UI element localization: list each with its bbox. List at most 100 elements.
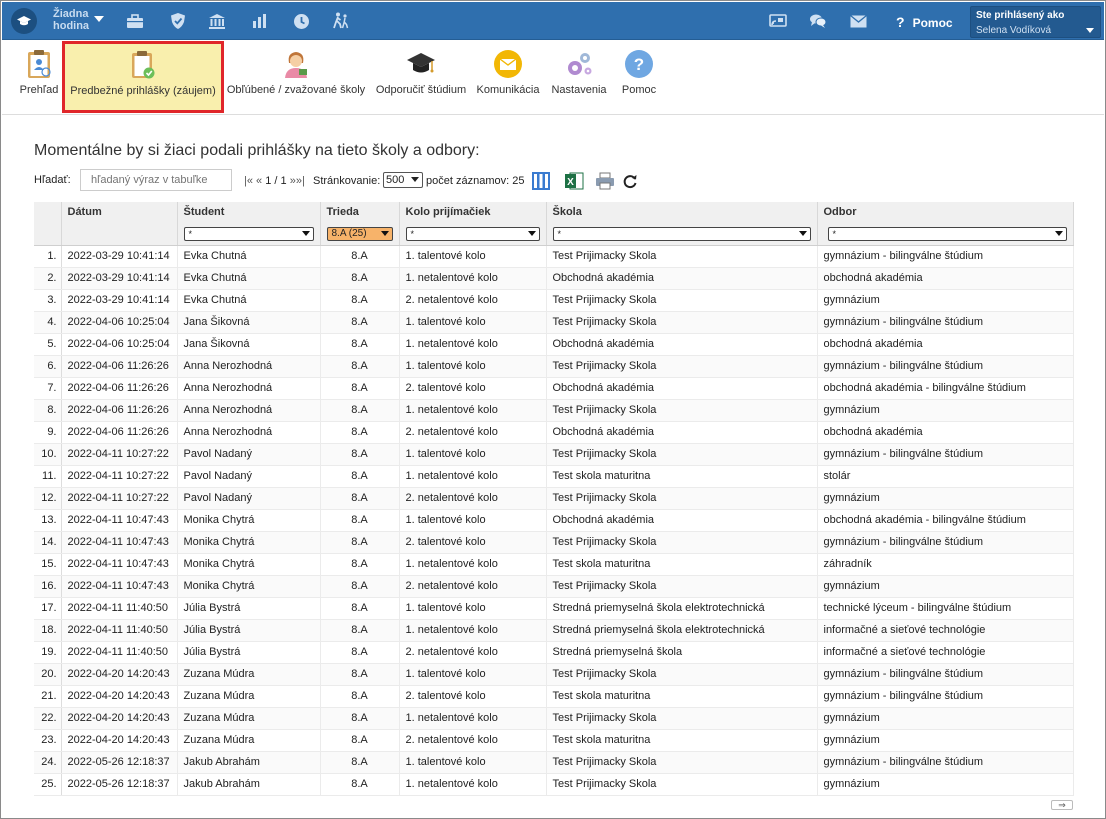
chevron-down-icon[interactable] [94,16,104,22]
col-odbor[interactable]: Odbor [817,202,1074,224]
cell-trieda: 8.A [320,663,400,686]
table-row[interactable]: 23. 2022-04-20 14:20:43 Zuzana Múdra 8.A 2. … [34,729,1074,752]
toolbar-oblubene-skoly[interactable]: Obľúbené / zvažované školy [227,47,365,109]
walking-people-icon[interactable] [332,12,350,30]
lesson-selector[interactable]: Žiadna hodina [53,8,95,32]
table-body: 1. 2022-03-29 10:41:14 Evka Chutná 8.A 1. ta… [34,245,1074,796]
cell-datum: 2022-04-11 11:40:50 [61,619,178,642]
filter-trieda-select[interactable]: 8.A (25) [326,227,393,242]
table-row[interactable]: 3. 2022-03-29 10:41:14 Evka Chutná 8.A 2. ne… [34,289,1074,312]
pager-prev[interactable]: « [256,175,262,187]
filter-kolo-select[interactable]: * [405,227,540,242]
columns-icon[interactable] [531,171,551,191]
table-row[interactable]: 6. 2022-04-06 11:26:26 Anna Nerozhodná 8.A 1… [34,355,1074,378]
table-row[interactable]: 5. 2022-04-06 10:25:04 Jana Šikovná 8.A 1. n… [34,333,1074,356]
table-row[interactable]: 22. 2022-04-20 14:20:43 Zuzana Múdra 8.A 1. … [34,707,1074,730]
table-row[interactable]: 13. 2022-04-11 10:47:43 Monika Chytrá 8.A 1.… [34,509,1074,532]
institution-icon[interactable] [208,12,226,30]
search-input[interactable] [80,169,232,191]
table-row[interactable]: 12. 2022-04-11 10:27:22 Pavol Nadaný 8.A 2. … [34,487,1074,510]
table-row[interactable]: 16. 2022-04-11 10:47:43 Monika Chytrá 8.A 2.… [34,575,1074,598]
excel-export-icon[interactable]: X [564,171,584,191]
toolbar-komunikacia[interactable]: Komunikácia [476,47,540,109]
scroll-right-button[interactable]: ⇒ [1051,800,1073,810]
cell-odbor: obchodná akadémia - bilingválne štúdium [817,509,1074,532]
table-row[interactable]: 19. 2022-04-11 11:40:50 Júlia Bystrá 8.A 2. … [34,641,1074,664]
toolbar-pomoc[interactable]: ? Pomoc [617,47,661,109]
cell-student: Anna Nerozhodná [177,377,321,400]
user-menu[interactable]: Ste prihlásený ako Selena Vodíková [970,6,1101,38]
briefcase-icon[interactable] [126,12,144,30]
pager-last[interactable]: »| [296,175,305,187]
col-student[interactable]: Študent [177,202,321,224]
page-size-select[interactable]: 500 [383,172,423,188]
envelope-icon[interactable] [849,12,867,30]
table-row[interactable]: 11. 2022-04-11 10:27:22 Pavol Nadaný 8.A 1. … [34,465,1074,488]
shield-icon[interactable] [169,12,187,30]
col-trieda[interactable]: Trieda [320,202,400,224]
toolbar-nastavenia[interactable]: Nastavenia [550,47,608,109]
filter-cell: * [399,224,547,246]
cell-student: Jana Šikovná [177,333,321,356]
table-row[interactable]: 20. 2022-04-20 14:20:43 Zuzana Múdra 8.A 1. … [34,663,1074,686]
table-row[interactable]: 24. 2022-05-26 12:18:37 Jakub Abrahám 8.A 1.… [34,751,1074,774]
table-row[interactable]: 14. 2022-04-11 10:47:43 Monika Chytrá 8.A 2.… [34,531,1074,554]
table-row[interactable]: 21. 2022-04-20 14:20:43 Zuzana Múdra 8.A 2. … [34,685,1074,708]
cell-index: 7. [34,377,62,400]
cell-skola: Test Prijimacky Skola [546,707,818,730]
record-count: počet záznamov: 25 [426,175,525,187]
table-row[interactable]: 9. 2022-04-06 11:26:26 Anna Nerozhodná 8.A 2… [34,421,1074,444]
col-skola[interactable]: Škola [546,202,818,224]
chat-bubbles-icon[interactable] [809,12,827,30]
cell-trieda: 8.A [320,773,400,796]
cell-datum: 2022-04-20 14:20:43 [61,707,178,730]
table-row[interactable]: 1. 2022-03-29 10:41:14 Evka Chutná 8.A 1. ta… [34,245,1074,268]
table-row[interactable]: 4. 2022-04-06 10:25:04 Jana Šikovná 8.A 1. t… [34,311,1074,334]
table-row[interactable]: 15. 2022-04-11 10:47:43 Monika Chytrá 8.A 1.… [34,553,1074,576]
help-link[interactable]: ? Pomoc [896,14,953,30]
filter-odbor-select[interactable]: * [827,227,1067,242]
paging-label: Stránkovanie: [313,175,381,187]
cell-datum: 2022-04-20 14:20:43 [61,663,178,686]
clock-settings-icon[interactable] [292,12,310,30]
filter-cell: * [177,224,321,246]
refresh-icon[interactable] [620,171,640,191]
toolbar-odporucit-studium[interactable]: Odporučiť štúdium [375,47,467,109]
table-row[interactable]: 7. 2022-04-06 11:26:26 Anna Nerozhodná 8.A 2… [34,377,1074,400]
cell-kolo: 1. netalentové kolo [399,465,547,488]
table-row[interactable]: 25. 2022-05-26 12:18:37 Jakub Abrahám 8.A 1.… [34,773,1074,796]
table-row[interactable]: 17. 2022-04-11 11:40:50 Júlia Bystrá 8.A 1. … [34,597,1074,620]
toolbar-predbezne-prihlasky[interactable]: Predbežné prihlášky (záujem) [62,41,224,113]
cell-student: Zuzana Múdra [177,729,321,752]
cell-kolo: 2. netalentové kolo [399,575,547,598]
cell-odbor: obchodná akadémia - bilingválne štúdium [817,377,1074,400]
bar-chart-icon[interactable] [251,12,269,30]
cell-skola: Test Prijimacky Skola [546,773,818,796]
cell-index: 25. [34,773,62,796]
filter-student-select[interactable]: * [183,227,314,242]
cell-skola: Test Prijimacky Skola [546,311,818,334]
search-label: Hľadať: [34,174,71,186]
cell-datum: 2022-04-11 10:27:22 [61,487,178,510]
cell-kolo: 2. talentové kolo [399,531,547,554]
cell-skola: Stredná priemyselná škola elektrotechnic… [546,619,818,642]
toolbar-prehlad[interactable]: Prehľad [16,47,62,109]
pager-first[interactable]: |« [244,175,253,187]
table-row[interactable]: 8. 2022-04-06 11:26:26 Anna Nerozhodná 8.A 1… [34,399,1074,422]
cell-datum: 2022-04-06 10:25:04 [61,311,178,334]
print-icon[interactable] [595,171,615,191]
cell-odbor: obchodná akadémia [817,267,1074,290]
toolbar-label: Odporučiť štúdium [375,84,467,96]
col-datum[interactable]: Dátum [61,202,178,224]
cell-kolo: 1. netalentové kolo [399,773,547,796]
table-row[interactable]: 2. 2022-03-29 10:41:14 Evka Chutná 8.A 1. ne… [34,267,1074,290]
graduation-cap-logo-icon[interactable] [11,8,37,34]
cell-odbor: gymnázium - bilingválne štúdium [817,443,1074,466]
screen-share-icon[interactable] [769,12,787,30]
table-row[interactable]: 18. 2022-04-11 11:40:50 Júlia Bystrá 8.A 1. … [34,619,1074,642]
filter-skola-select[interactable]: * [552,227,811,242]
col-kolo[interactable]: Kolo prijímačiek [399,202,547,224]
cell-student: Anna Nerozhodná [177,399,321,422]
table-row[interactable]: 10. 2022-04-11 10:27:22 Pavol Nadaný 8.A 1. … [34,443,1074,466]
cell-odbor: gymnázium - bilingválne štúdium [817,685,1074,708]
